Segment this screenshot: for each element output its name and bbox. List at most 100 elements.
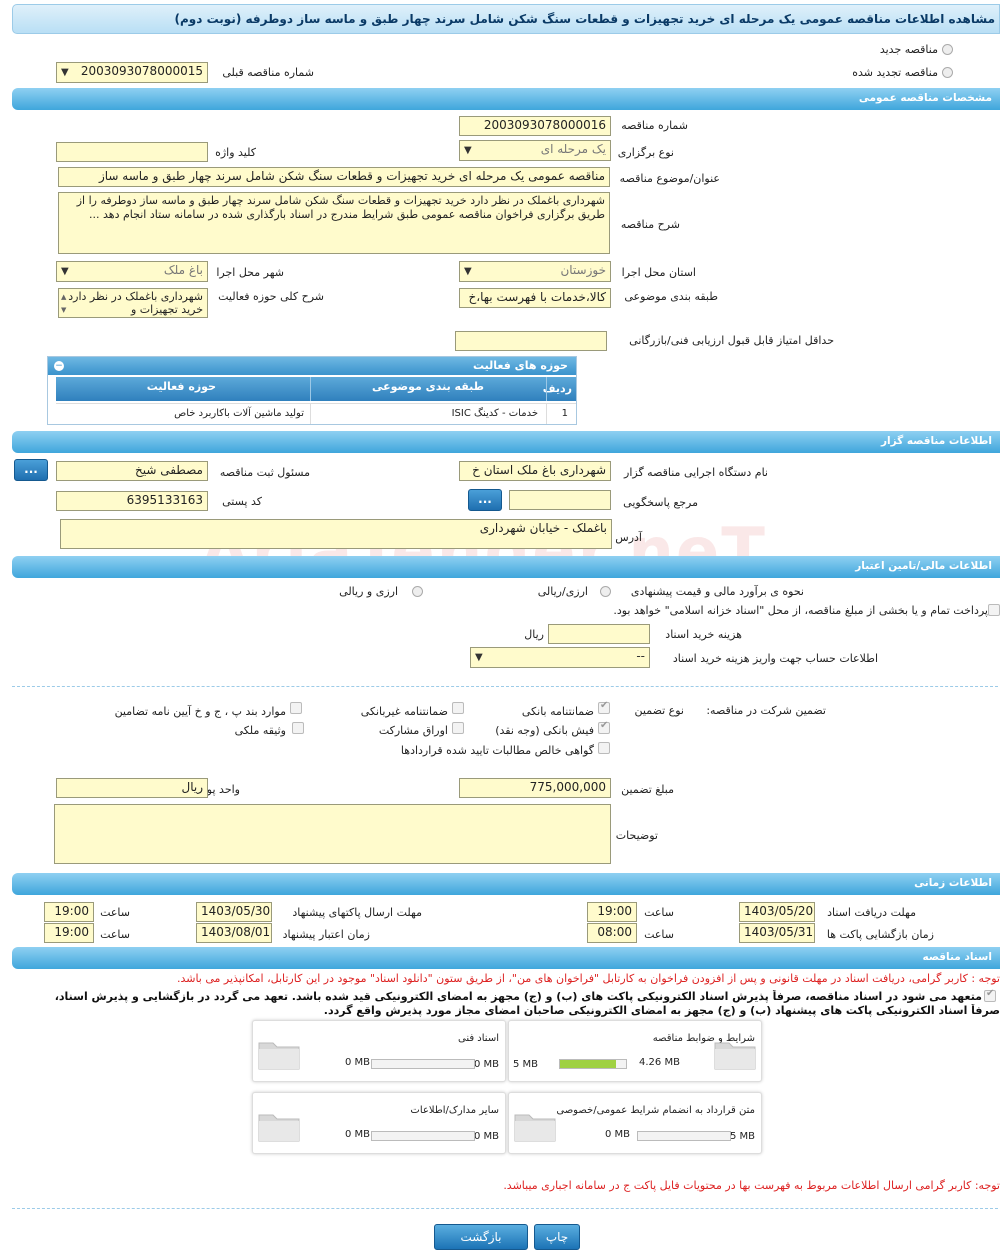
activities-title: حوزه های فعالیت	[48, 357, 576, 375]
city-label: شهر محل اجرا	[216, 266, 284, 279]
prev-number-select[interactable]: 2003093078000015 ▼	[56, 62, 208, 83]
row-activity: تولید ماشین آلات باکاربرد خاص	[174, 408, 304, 419]
scroll-icon[interactable]: ▲ ▼	[61, 291, 66, 317]
col-row-header: ردیف	[542, 382, 572, 395]
postal-field[interactable]: 6395133163	[56, 491, 208, 511]
file-card-contract[interactable]: متن قرارداد به انضمام شرایط عمومی/خصوصی …	[508, 1092, 762, 1154]
nonbank-guarantee-label: ضمانتنامه غیربانکی	[360, 705, 448, 718]
bank-guarantee-label: ضمانتنامه بانکی	[521, 705, 594, 718]
send-time-label: ساعت	[100, 906, 130, 919]
open-time[interactable]: 08:00	[587, 923, 637, 943]
receive-date[interactable]: 1403/05/20	[739, 902, 815, 922]
min-score-label: حداقل امتیاز قابل قبول ارزیابی فنی/بازرگ…	[629, 334, 834, 347]
ref-lookup-button[interactable]: ...	[468, 489, 502, 511]
address-field[interactable]: باغملک - خیابان شهرداری	[60, 519, 612, 549]
estimate-radio-1[interactable]	[600, 586, 611, 597]
keyword-input[interactable]	[56, 142, 208, 162]
file-used: 0 MB	[605, 1129, 631, 1140]
new-tender-radio[interactable]	[942, 44, 953, 55]
guarantee-type-label: نوع تضمین	[634, 704, 684, 717]
estimate-opt-1: ارزی/ریالی	[537, 585, 588, 598]
min-score-input[interactable]	[455, 331, 607, 351]
cash-label: فیش بانکی (وجه نقد)	[495, 724, 594, 737]
file-card-other[interactable]: سایر مدارک/اطلاعات 50 MB 0 MB	[252, 1092, 506, 1154]
chevron-down-icon: ▼	[61, 67, 69, 78]
activity-field[interactable]: شهرداری باغملک در نظر دارد خرید تجهیزات …	[58, 288, 208, 318]
upload-progress	[559, 1059, 627, 1069]
file-name: سایر مدارک/اطلاعات	[410, 1105, 499, 1116]
commit-line-1: متعهد می شود در اسناد مناقصه، صرفاً پذیر…	[54, 990, 982, 1003]
bank-guarantee-checkbox[interactable]	[598, 700, 610, 714]
category-field[interactable]: کالا،خدمات با فهرست بها،خ	[459, 288, 611, 308]
address-label: آدرس	[615, 531, 642, 544]
bpj-checkbox[interactable]	[290, 702, 302, 714]
type-select[interactable]: یک مرحله ای ▼	[459, 140, 611, 161]
province-label: استان محل اجرا	[621, 266, 696, 279]
divider	[12, 686, 998, 687]
estimate-opt-2: ارزی و ریالی	[339, 585, 398, 598]
subject-field[interactable]: مناقصه عمومی یک مرحله ای خرید تجهیزات و …	[58, 167, 610, 187]
folder-icon	[714, 1042, 756, 1070]
chevron-down-icon: ▼	[464, 266, 472, 277]
estimate-label: نحوه ی برآورد مالی و قیمت پیشنهادی	[630, 585, 804, 598]
receive-time[interactable]: 19:00	[587, 902, 637, 922]
open-date[interactable]: 1403/05/31	[739, 923, 815, 943]
currency-field[interactable]: ریال	[56, 778, 208, 798]
docs-note-1: توجه : کاربر گرامی، دریافت اسناد در مهلت…	[176, 972, 1000, 985]
ref-input[interactable]	[509, 490, 611, 510]
claims-checkbox[interactable]	[598, 742, 610, 754]
upload-progress	[371, 1059, 475, 1069]
divider	[12, 1208, 998, 1209]
commit-checkbox[interactable]	[984, 988, 996, 1002]
estimate-radio-2[interactable]	[412, 586, 423, 597]
category-label: طبقه بندی موضوعی	[624, 290, 718, 303]
file-card-technical[interactable]: اسناد فنی 50 MB 0 MB	[252, 1020, 506, 1082]
collapse-icon[interactable]: −	[54, 361, 64, 371]
open-time-label: ساعت	[644, 928, 674, 941]
account-select[interactable]: -- ▼	[470, 647, 650, 668]
new-tender-label: مناقصه جدید	[879, 43, 938, 56]
bonds-checkbox[interactable]	[452, 722, 464, 734]
org-field[interactable]: شهرداری باغ ملک استان خ	[459, 461, 611, 481]
cash-checkbox[interactable]	[598, 720, 610, 734]
treasury-checkbox[interactable]	[988, 604, 1000, 616]
valid-label: زمان اعتبار پیشنهاد	[282, 928, 370, 941]
officer-field[interactable]: مصطفی شیخ	[56, 461, 208, 481]
back-button[interactable]: بازگشت	[434, 1224, 528, 1250]
chevron-down-icon: ▼	[475, 652, 483, 663]
valid-date[interactable]: 1403/08/01	[196, 923, 272, 943]
desc-label: شرح مناقصه	[620, 218, 680, 231]
folder-icon	[514, 1114, 556, 1142]
ref-label: مرجع پاسخگویی	[623, 496, 698, 509]
renewed-tender-radio[interactable]	[942, 67, 953, 78]
officer-lookup-button[interactable]: ...	[14, 459, 48, 481]
bpj-label: موارد بند پ ، ج و خ آیین نامه تضامین	[114, 705, 286, 718]
row-category: خدمات - کدینگ ISIC	[451, 408, 538, 419]
chevron-down-icon: ▼	[464, 145, 472, 156]
upload-progress	[637, 1131, 731, 1141]
file-card-conditions[interactable]: شرایط و ضوابط مناقصه 5 MB 4.26 MB	[508, 1020, 762, 1082]
officer-label: مسئول ثبت مناقصه	[219, 466, 310, 479]
send-time[interactable]: 19:00	[44, 902, 94, 922]
progress-fill	[560, 1060, 617, 1068]
notes-field[interactable]	[54, 804, 611, 864]
property-checkbox[interactable]	[292, 722, 304, 734]
amount-field[interactable]: 775,000,000	[459, 778, 611, 798]
desc-field[interactable]: شهرداری باغملک در نظر دارد خرید تجهیزات …	[58, 192, 610, 254]
file-name: اسناد فنی	[458, 1033, 499, 1044]
folder-icon	[258, 1114, 300, 1142]
doc-fee-unit: ریال	[524, 628, 544, 641]
doc-fee-input[interactable]	[548, 624, 650, 644]
send-date[interactable]: 1403/05/30	[196, 902, 272, 922]
nonbank-guarantee-checkbox[interactable]	[452, 702, 464, 714]
number-field[interactable]: 2003093078000016	[459, 116, 611, 136]
subject-label: عنوان/موضوع مناقصه	[619, 172, 720, 185]
valid-time[interactable]: 19:00	[44, 923, 94, 943]
type-label: نوع برگزاری	[617, 146, 674, 159]
table-row[interactable]: 1 خدمات - کدینگ ISIC تولید ماشین آلات با…	[56, 403, 576, 424]
city-select[interactable]: باغ ملک ▼	[56, 261, 208, 282]
province-select[interactable]: خوزستان ▼	[459, 261, 611, 282]
print-button[interactable]: چاپ	[534, 1224, 580, 1250]
claims-label: گواهی خالص مطالبات تایید شده قراردادها	[400, 744, 594, 757]
keyword-label: کلید واژه	[215, 146, 256, 159]
